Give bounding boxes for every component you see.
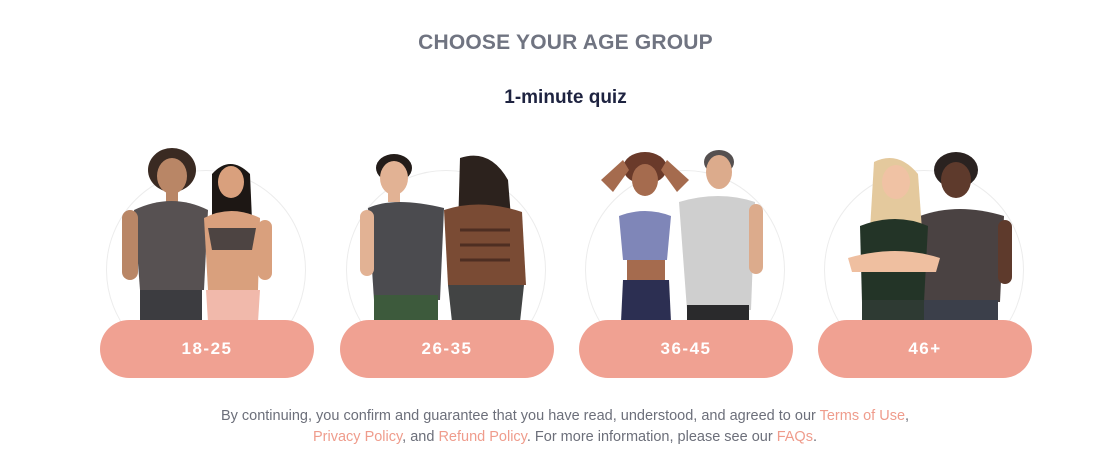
privacy-policy-link[interactable]: Privacy Policy: [313, 429, 402, 445]
age-option-button[interactable]: 46+: [818, 320, 1032, 378]
legal-text: .: [812, 429, 817, 445]
legal-separator: , and: [402, 429, 439, 445]
couple-illustration: [848, 152, 1012, 322]
page-title: CHOOSE YOUR AGE GROUP: [418, 31, 713, 54]
faqs-link[interactable]: FAQs: [777, 429, 813, 445]
age-card-46-plus[interactable]: 46+: [818, 140, 1032, 378]
page-subtitle: 1-minute quiz: [504, 87, 627, 108]
age-card-36-45[interactable]: 36-45: [579, 140, 793, 378]
age-option-button[interactable]: 36-45: [579, 320, 793, 378]
couple-illustration: [122, 148, 272, 322]
age-group-options: 18-25 26-35 36-45 46+: [100, 140, 1032, 380]
legal-text: By continuing, you confirm and guarantee…: [220, 408, 820, 424]
terms-of-use-link[interactable]: Terms of Use: [820, 408, 905, 424]
legal-text: . For more information, please see our: [526, 429, 777, 445]
age-card-18-25[interactable]: 18-25: [100, 140, 314, 378]
couple-illustration: [601, 150, 763, 322]
age-card-26-35[interactable]: 26-35: [340, 140, 554, 378]
age-option-button[interactable]: 18-25: [100, 320, 314, 378]
legal-separator: ,: [905, 408, 910, 424]
couple-illustration: [360, 154, 526, 322]
age-option-button[interactable]: 26-35: [340, 320, 554, 378]
refund-policy-link[interactable]: Refund Policy: [438, 429, 526, 445]
legal-notice: By continuing, you confirm and guarantee…: [205, 406, 925, 448]
